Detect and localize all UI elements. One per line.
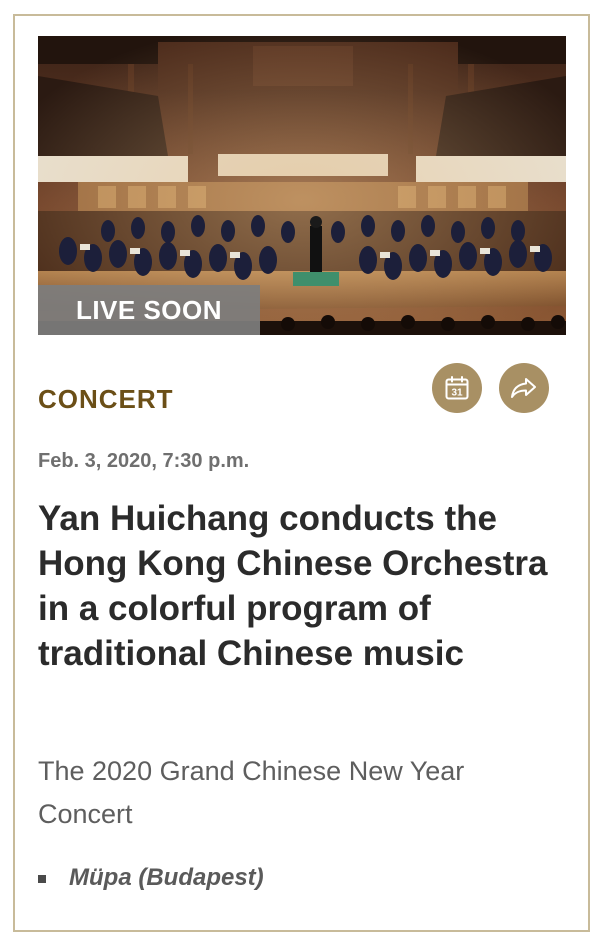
event-card[interactable]: LIVE SOON CONCERT 31 Feb. 3, 2020, 7:30 … (13, 14, 590, 932)
calendar-day-label: 31 (451, 388, 463, 399)
event-title[interactable]: Yan Huichang conducts the Hong Kong Chin… (38, 496, 558, 676)
venue-line: Müpa (Budapest) (38, 864, 264, 892)
bullet-icon (38, 875, 46, 883)
calendar-icon: 31 (445, 376, 469, 400)
event-image[interactable]: LIVE SOON (38, 36, 566, 335)
event-subtitle: The 2020 Grand Chinese New Year Concert (38, 756, 465, 829)
live-soon-badge: LIVE SOON (38, 285, 260, 335)
add-to-calendar-button[interactable]: 31 (432, 363, 482, 413)
event-category: CONCERT (38, 384, 174, 414)
share-icon (511, 378, 536, 398)
event-venue: Müpa (Budapest) (69, 864, 264, 891)
event-date: Feb. 3, 2020, 7:30 p.m. (38, 450, 250, 472)
share-button[interactable] (499, 363, 549, 413)
